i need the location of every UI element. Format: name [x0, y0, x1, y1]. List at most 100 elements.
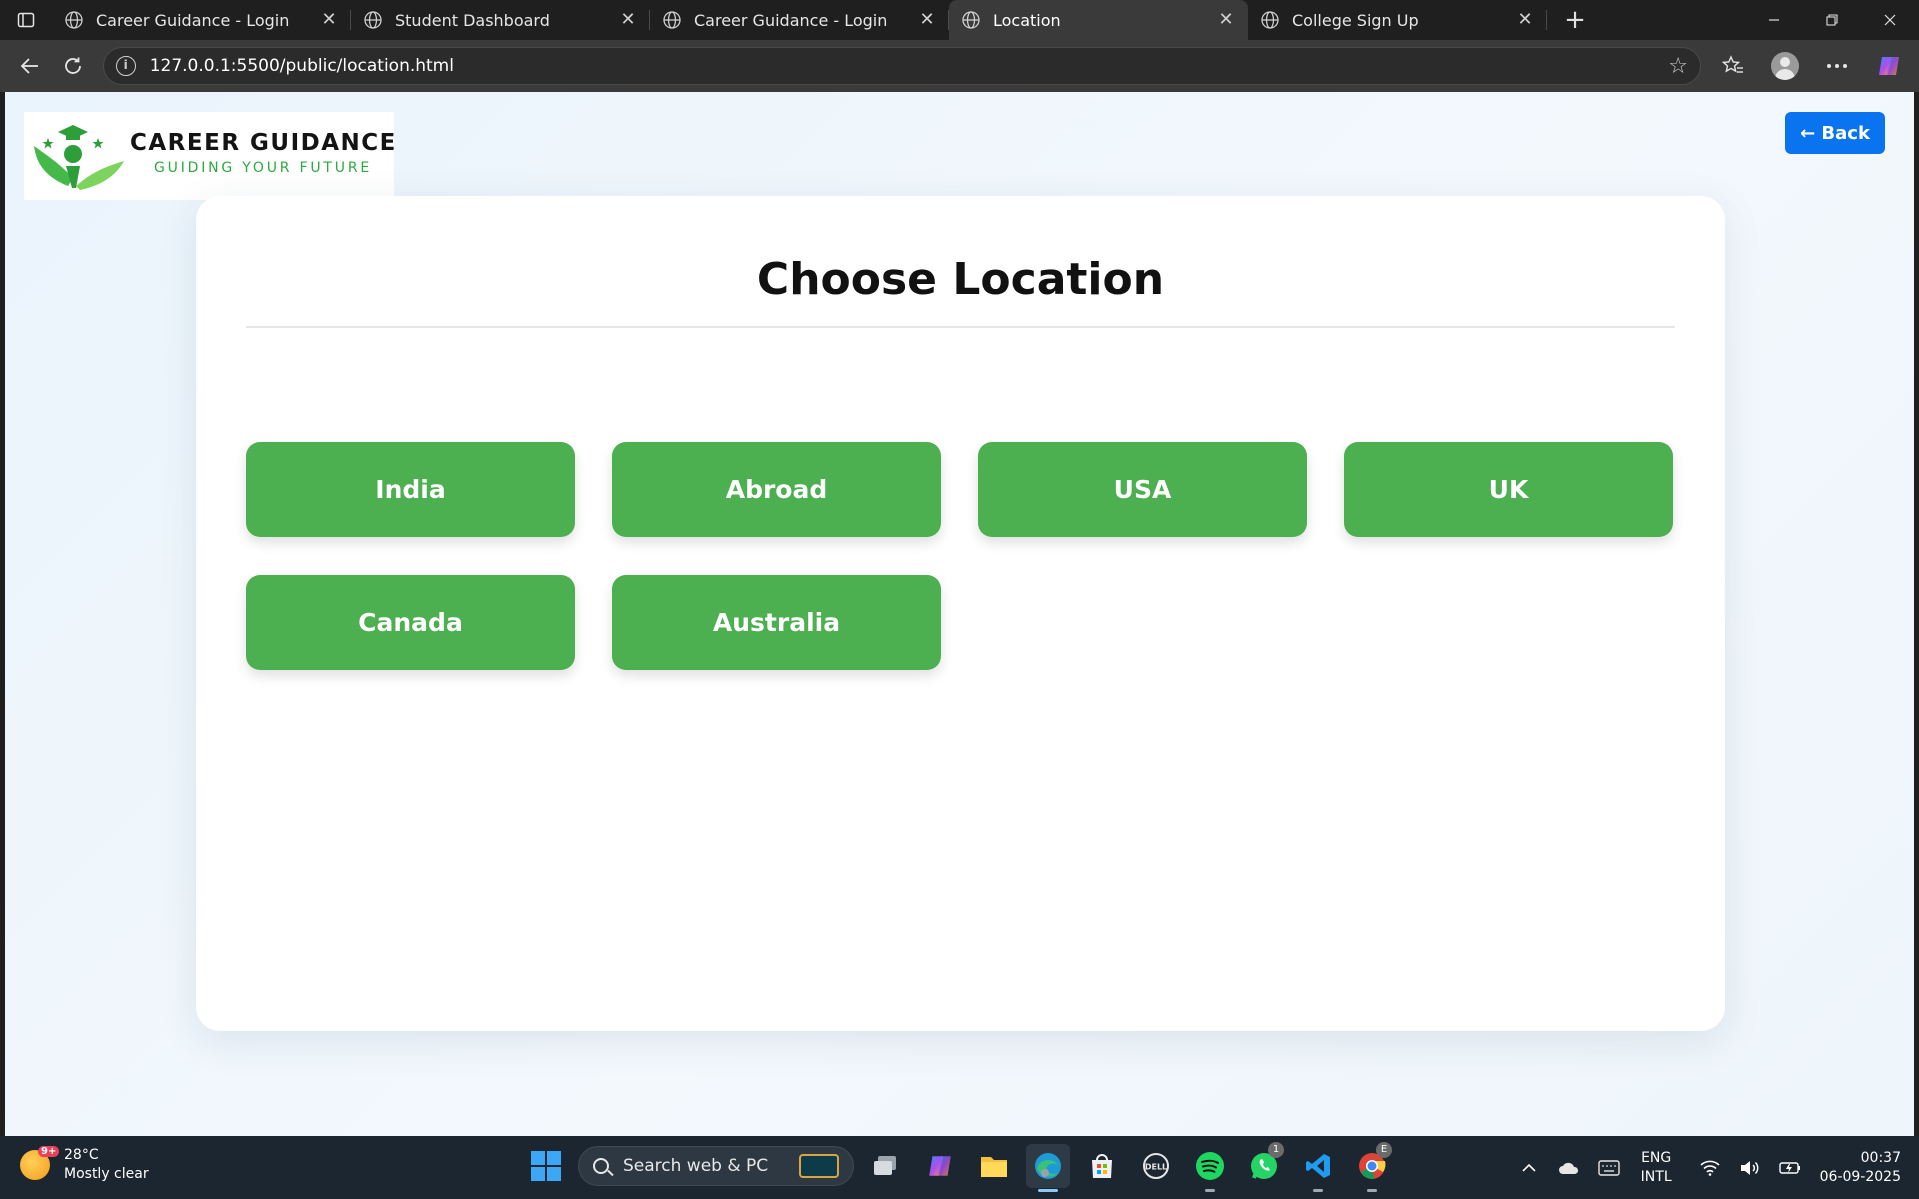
search-placeholder: Search web & PC: [623, 1156, 769, 1176]
minimize-icon: [1769, 19, 1779, 21]
system-clock[interactable]: 00:37 06-09-2025: [1820, 1149, 1901, 1187]
location-button-abroad[interactable]: Abroad: [612, 442, 941, 537]
battery-icon[interactable]: [1770, 1161, 1810, 1175]
system-tray: ENG INTL 00:37 06-09-2025: [1509, 1136, 1919, 1199]
reload-button[interactable]: [51, 46, 94, 86]
task-view-icon[interactable]: [864, 1144, 908, 1188]
close-window-button[interactable]: [1861, 0, 1919, 40]
url-text[interactable]: 127.0.0.1:5500/public/location.html: [150, 56, 1669, 76]
logo-brand-text: CAREER GUIDANCE: [130, 130, 397, 156]
weather-sun-icon: 9+: [20, 1146, 60, 1180]
tab-label: Career Guidance - Login: [96, 10, 290, 30]
copilot-button[interactable]: [1867, 46, 1911, 86]
clock-time: 00:37: [1860, 1149, 1901, 1166]
tab-label: Student Dashboard: [395, 10, 550, 30]
volume-icon[interactable]: [1730, 1160, 1770, 1176]
tab-label: College Sign Up: [1292, 10, 1419, 30]
favorite-star-icon[interactable]: ☆: [1668, 54, 1688, 79]
keyboard-layout: INTL: [1640, 1168, 1672, 1185]
more-options-button[interactable]: [1815, 46, 1859, 86]
windows-taskbar: 9+ 28°C Mostly clear Search web & PC DEL…: [0, 1136, 1919, 1199]
browser-toolbar: i 127.0.0.1:5500/public/location.html ☆: [0, 40, 1919, 92]
chevron-up-icon[interactable]: [1509, 1163, 1549, 1173]
weather-temperature: 28°C: [64, 1147, 99, 1163]
globe-icon: [663, 11, 681, 29]
onedrive-cloud-icon[interactable]: [1549, 1161, 1589, 1175]
globe-icon: [1261, 11, 1279, 29]
location-card: Choose Location India Abroad USA UK Cana…: [196, 196, 1725, 1031]
arrow-left-icon: [20, 58, 38, 74]
location-button-usa[interactable]: USA: [978, 442, 1307, 537]
close-tab-icon[interactable]: ✕: [1515, 10, 1535, 30]
search-highlight-icon: [799, 1154, 839, 1178]
vscode-icon[interactable]: [1296, 1144, 1340, 1192]
globe-icon: [962, 11, 980, 29]
spotify-icon[interactable]: [1188, 1144, 1232, 1192]
close-tab-icon[interactable]: ✕: [917, 10, 937, 30]
weather-widget[interactable]: 9+ 28°C Mostly clear: [20, 1146, 149, 1184]
windows-start-icon[interactable]: [524, 1144, 568, 1188]
back-nav-button[interactable]: [8, 46, 51, 86]
clock-date: 06-09-2025: [1819, 1168, 1901, 1185]
location-button-india[interactable]: India: [246, 442, 575, 537]
restore-button[interactable]: [1803, 0, 1861, 40]
location-button-canada[interactable]: Canada: [246, 575, 575, 670]
site-info-icon[interactable]: i: [115, 56, 136, 76]
edge-browser-icon[interactable]: [1026, 1144, 1070, 1192]
search-icon: [593, 1158, 609, 1174]
window-controls: [1745, 0, 1919, 40]
keyboard-icon[interactable]: [1589, 1159, 1629, 1176]
whatsapp-icon[interactable]: 1: [1242, 1142, 1286, 1188]
location-grid: India Abroad USA UK Canada Australia: [246, 442, 1675, 670]
language-code: ENG: [1641, 1149, 1672, 1166]
wifi-icon[interactable]: [1690, 1160, 1730, 1176]
microsoft-store-icon[interactable]: [1080, 1144, 1124, 1188]
chrome-icon[interactable]: E: [1350, 1142, 1394, 1192]
close-tab-icon[interactable]: ✕: [1216, 10, 1236, 30]
career-guidance-logo[interactable]: CAREER GUIDANCE GUIDING YOUR FUTURE: [24, 112, 397, 200]
chrome-profile-badge: E: [1376, 1142, 1392, 1158]
tab-student-dashboard[interactable]: Student Dashboard ✕: [351, 0, 650, 40]
globe-icon: [65, 11, 83, 29]
page-title: Choose Location: [756, 254, 1165, 305]
favorites-button[interactable]: [1711, 46, 1755, 86]
language-indicator[interactable]: ENG INTL: [1641, 1149, 1672, 1187]
ellipsis-icon: [1827, 64, 1847, 68]
taskbar-center: Search web & PC DELL 1 E: [524, 1142, 1394, 1192]
profile-button[interactable]: [1763, 46, 1807, 86]
new-tab-button[interactable]: +: [1555, 0, 1595, 40]
dell-icon[interactable]: DELL: [1134, 1144, 1178, 1188]
tab-college-sign-up[interactable]: College Sign Up ✕: [1248, 0, 1547, 40]
tab-career-guidance-login-2[interactable]: Career Guidance - Login ✕: [650, 0, 949, 40]
sidebar-toggle-icon: [17, 12, 35, 28]
address-bar[interactable]: i 127.0.0.1:5500/public/location.html ☆: [102, 47, 1701, 85]
favorites-list-icon: [1722, 55, 1743, 73]
browser-tab-strip: Career Guidance - Login ✕ Student Dashbo…: [0, 0, 1919, 40]
copilot-app-icon[interactable]: [918, 1144, 962, 1188]
copilot-icon: [1879, 57, 1899, 75]
close-tab-icon[interactable]: ✕: [618, 10, 638, 30]
restore-icon: [1826, 14, 1838, 26]
weather-condition: Mostly clear: [64, 1166, 149, 1182]
tab-actions-button[interactable]: [0, 0, 52, 40]
tab-label: Location: [993, 10, 1061, 30]
avatar: [1771, 52, 1799, 80]
taskbar-search-input[interactable]: Search web & PC: [578, 1146, 854, 1186]
back-button[interactable]: ← Back: [1785, 112, 1885, 154]
close-icon: [1884, 14, 1896, 26]
tab-label: Career Guidance - Login: [694, 10, 888, 30]
tab-career-guidance-login-1[interactable]: Career Guidance - Login ✕: [52, 0, 351, 40]
reload-icon: [65, 57, 81, 74]
weather-badge: 9+: [38, 1146, 60, 1157]
graduate-leaf-icon: [34, 125, 124, 190]
svg-text:DELL: DELL: [1145, 1163, 1167, 1172]
tab-location[interactable]: Location ✕: [949, 0, 1248, 40]
minimize-button[interactable]: [1745, 0, 1803, 40]
logo-tagline: GUIDING YOUR FUTURE: [154, 160, 373, 176]
location-button-australia[interactable]: Australia: [612, 575, 941, 670]
globe-icon: [364, 11, 382, 29]
location-button-uk[interactable]: UK: [1344, 442, 1673, 537]
page-viewport: CAREER GUIDANCE GUIDING YOUR FUTURE ← Ba…: [5, 92, 1914, 1136]
file-explorer-icon[interactable]: [972, 1144, 1016, 1188]
close-tab-icon[interactable]: ✕: [319, 10, 339, 30]
